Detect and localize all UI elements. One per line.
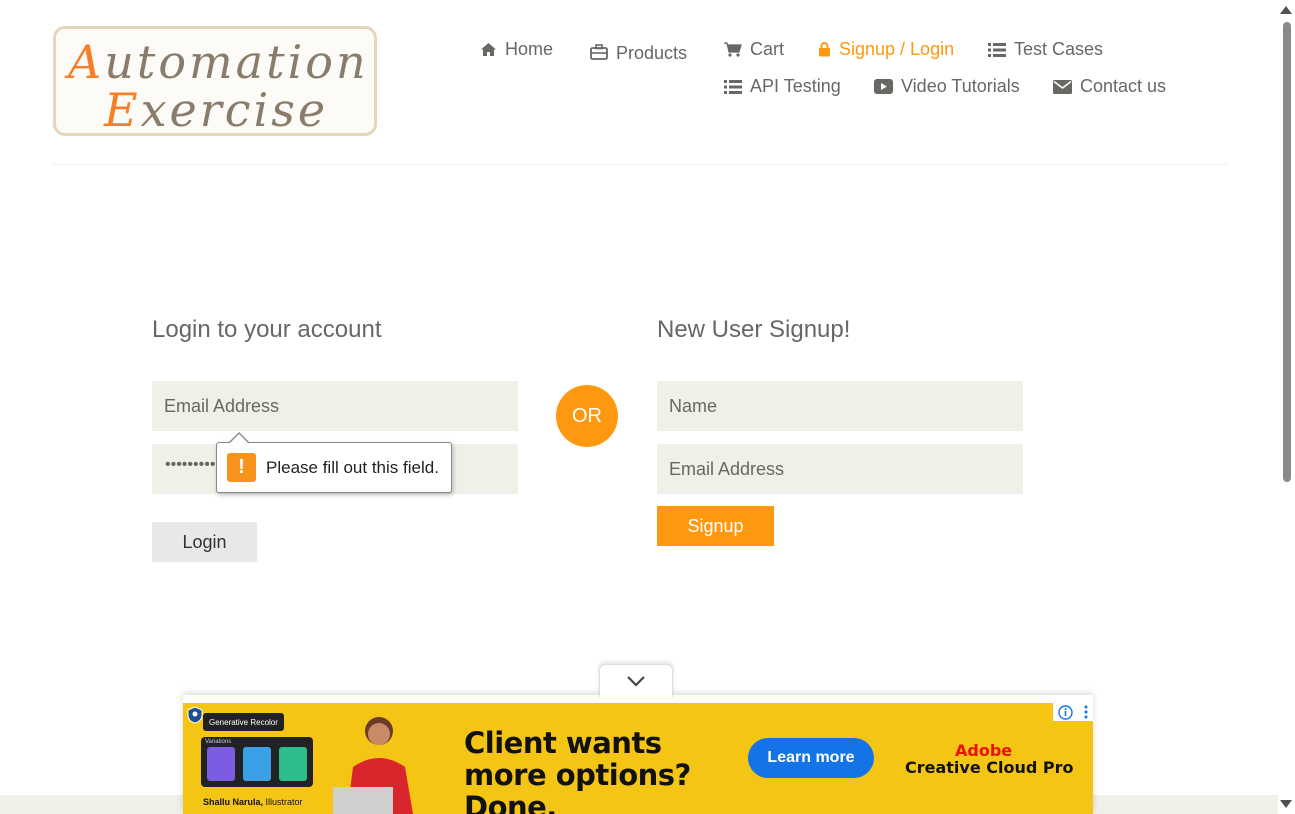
nav-api-testing[interactable]: API Testing: [724, 76, 841, 97]
validation-tooltip: ! Please fill out this field.: [216, 442, 452, 493]
nav-test-cases[interactable]: Test Cases: [988, 39, 1103, 60]
ad-caption: Shallu Narula, Illustrator: [203, 797, 303, 807]
nav-home[interactable]: Home: [480, 39, 553, 60]
advertisement-banner[interactable]: Generative Recolor Variations Shallu Nar…: [183, 703, 1093, 814]
youtube-play-icon: [874, 79, 893, 94]
nav-products[interactable]: Products: [590, 40, 687, 64]
login-form-title: Login to your account: [152, 316, 382, 343]
ad-thumb-1: [207, 747, 235, 781]
ad-learn-more-button[interactable]: Learn more: [748, 738, 874, 778]
ad-thumb-2: [243, 747, 271, 781]
scroll-down-arrow-icon[interactable]: [1280, 800, 1292, 808]
header-divider: [52, 164, 1227, 165]
ad-brand-product: Creative Cloud Pro: [905, 758, 1074, 777]
scroll-up-arrow-icon[interactable]: [1280, 6, 1292, 14]
ad-illustrator-photo: [333, 717, 413, 814]
nav-video-tutorials-label: Video Tutorials: [901, 76, 1020, 96]
vertical-scrollbar[interactable]: [1278, 0, 1295, 814]
nav-video-tutorials[interactable]: Video Tutorials: [874, 76, 1020, 97]
password-masked-value: •••••••••: [165, 456, 216, 473]
nav-home-label: Home: [505, 39, 554, 59]
ad-feature-tag: Generative Recolor: [203, 713, 284, 731]
nav-signup-login-label: Signup / Login: [839, 39, 955, 59]
envelope-icon: [1053, 79, 1072, 94]
or-divider-badge: OR: [556, 385, 618, 447]
cart-icon: [724, 42, 742, 57]
login-email-input[interactable]: [152, 381, 518, 431]
chevron-down-icon: [627, 676, 645, 687]
more-options-icon[interactable]: [1084, 705, 1088, 719]
ad-headline: Client wants more options? Done.: [464, 726, 691, 814]
briefcase-icon: [590, 44, 608, 60]
nav-api-testing-label: API Testing: [750, 76, 841, 96]
ad-shield-icon: [187, 706, 203, 724]
tooltip-arrow-fill: [229, 434, 249, 444]
nav-cart[interactable]: Cart: [724, 39, 784, 60]
login-button[interactable]: Login: [152, 522, 257, 562]
signup-button[interactable]: Signup: [657, 506, 774, 546]
logo-line-1: Automation: [68, 35, 369, 89]
nav-products-label: Products: [616, 43, 688, 63]
list-icon: [988, 42, 1006, 57]
nav-signup-login[interactable]: Signup / Login: [818, 39, 954, 60]
signup-form-title: New User Signup!: [657, 316, 851, 343]
site-logo[interactable]: Automation Exercise: [53, 26, 377, 137]
scrollbar-thumb[interactable]: [1283, 22, 1291, 482]
warning-icon: !: [227, 453, 256, 482]
nav-contact-us-label: Contact us: [1080, 76, 1167, 96]
ad-choices[interactable]: [1053, 703, 1093, 721]
ad-thumb-3: [279, 747, 307, 781]
nav-contact-us[interactable]: Contact us: [1053, 76, 1166, 97]
lock-icon: [819, 42, 830, 57]
nav-cart-label: Cart: [750, 39, 785, 59]
validation-message: Please fill out this field.: [266, 457, 439, 477]
home-icon: [481, 43, 496, 56]
signup-email-input[interactable]: [657, 444, 1023, 494]
info-icon[interactable]: [1058, 704, 1073, 720]
nav-test-cases-label: Test Cases: [1014, 39, 1104, 59]
list-icon: [724, 79, 742, 94]
ad-variations-label: Variations: [205, 739, 232, 745]
ad-collapse-toggle[interactable]: [599, 664, 673, 697]
ad-laptop-screen: Variations: [201, 737, 313, 787]
signup-name-input[interactable]: [657, 381, 1023, 431]
logo-line-2: Exercise: [104, 83, 329, 137]
